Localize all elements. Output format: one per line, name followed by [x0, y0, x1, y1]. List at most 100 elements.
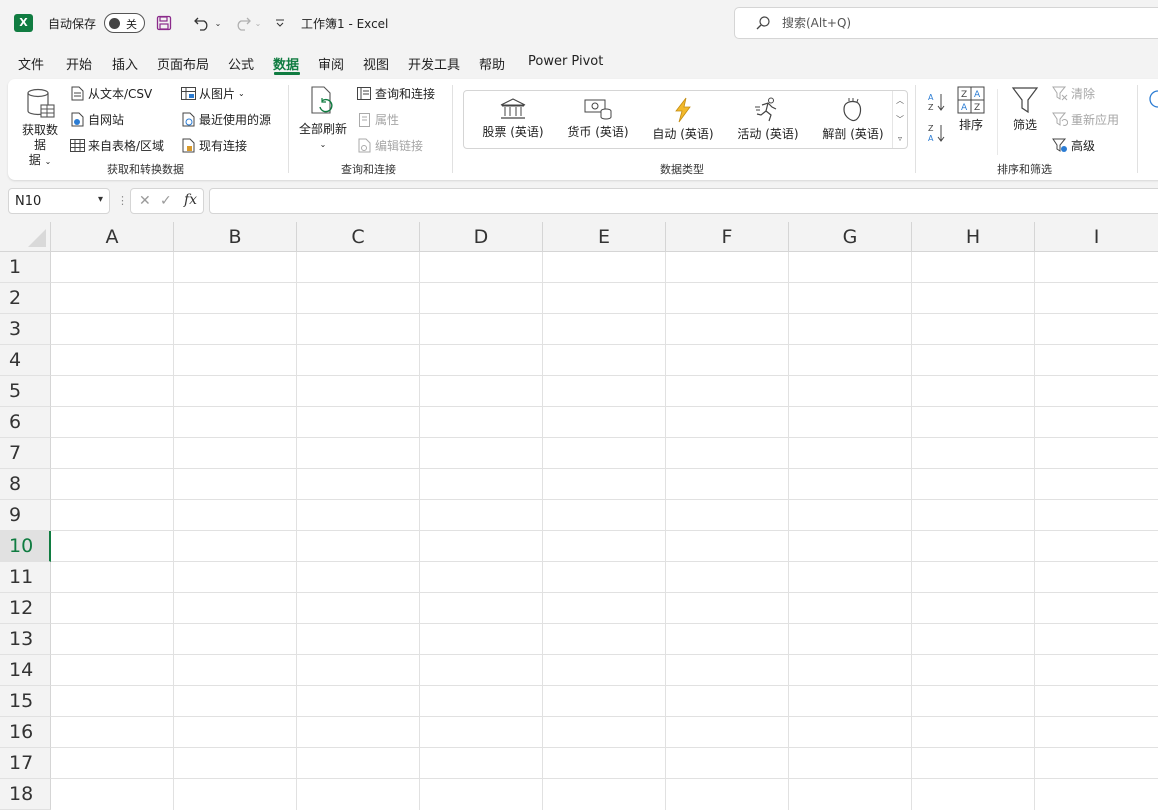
- row-header[interactable]: 9: [0, 500, 51, 531]
- column-header-e[interactable]: E: [543, 222, 666, 252]
- edit-links-icon: [356, 138, 372, 154]
- spreadsheet-grid[interactable]: A B C D E F G H I 1 2 3 4 5 6 7 8 9 10 1…: [0, 222, 1158, 810]
- tab-data[interactable]: 数据: [273, 54, 299, 73]
- tab-formulas[interactable]: 公式: [228, 54, 254, 73]
- data-type-automatic-label: 自动 (英语): [652, 127, 714, 141]
- grid-line: [542, 252, 543, 810]
- row-header[interactable]: 14: [0, 655, 51, 686]
- gallery-scroll-up-icon[interactable]: ︿: [893, 91, 907, 110]
- row-header[interactable]: 13: [0, 624, 51, 655]
- bank-icon: [500, 98, 526, 119]
- column-header-g[interactable]: G: [789, 222, 912, 252]
- filter-button[interactable]: 筛选: [1008, 86, 1042, 133]
- gallery-scroll-down-icon[interactable]: ﹀: [893, 110, 907, 129]
- redo-dropdown-icon[interactable]: ⌄: [252, 13, 264, 33]
- queries-connections-button[interactable]: 查询和连接: [356, 85, 435, 102]
- row-header[interactable]: 1: [0, 252, 51, 283]
- existing-connections-button[interactable]: 现有连接: [180, 137, 247, 154]
- tab-view[interactable]: 视图: [363, 54, 389, 73]
- sort-ascending-button[interactable]: AZ: [927, 91, 947, 113]
- row-header[interactable]: 6: [0, 407, 51, 438]
- ribbon-separator: [452, 85, 453, 173]
- column-header-a[interactable]: A: [51, 222, 174, 252]
- row-header[interactable]: 3: [0, 314, 51, 345]
- search-icon: [755, 15, 771, 34]
- properties-button[interactable]: 属性: [356, 111, 399, 128]
- save-icon[interactable]: [154, 13, 174, 33]
- grid-line: [173, 252, 174, 810]
- confirm-entry-icon[interactable]: ✓: [160, 193, 172, 209]
- row-header[interactable]: 15: [0, 686, 51, 717]
- reapply-button[interactable]: 重新应用: [1052, 111, 1119, 128]
- refresh-all-dropdown-icon: ⌄: [319, 140, 327, 149]
- chevron-down-icon[interactable]: ▾: [98, 194, 103, 205]
- column-header-d[interactable]: D: [420, 222, 543, 252]
- column-header-c[interactable]: C: [297, 222, 420, 252]
- insert-function-icon[interactable]: fx: [184, 192, 197, 208]
- gallery-expand-icon[interactable]: ▿: [893, 129, 907, 148]
- column-header-b[interactable]: B: [174, 222, 297, 252]
- row-header[interactable]: 2: [0, 283, 51, 314]
- row-header[interactable]: 17: [0, 748, 51, 779]
- data-type-stocks[interactable]: 股票 (英语): [472, 95, 554, 145]
- refresh-all-button[interactable]: 全部刷新 ⌄: [297, 85, 349, 152]
- search-box[interactable]: [734, 7, 1158, 39]
- ribbon-separator: [288, 85, 289, 173]
- row-header[interactable]: 8: [0, 469, 51, 500]
- row-header[interactable]: 4: [0, 345, 51, 376]
- advanced-filter-label: 高级: [1071, 139, 1096, 153]
- tab-insert[interactable]: 插入: [112, 54, 138, 73]
- recent-document-icon: [180, 112, 196, 128]
- data-type-automatic[interactable]: 自动 (英语): [642, 95, 724, 145]
- row-header-selected[interactable]: 10: [0, 531, 51, 562]
- tab-power-pivot[interactable]: Power Pivot: [528, 54, 603, 69]
- column-header-i[interactable]: I: [1035, 222, 1158, 252]
- grid-line: [51, 716, 1158, 717]
- column-header-h[interactable]: H: [912, 222, 1035, 252]
- data-type-currencies[interactable]: 货币 (英语): [557, 95, 639, 145]
- tab-help[interactable]: 帮助: [479, 54, 505, 73]
- from-table-button[interactable]: 来自表格/区域: [69, 137, 164, 154]
- cancel-entry-icon[interactable]: ✕: [139, 193, 151, 209]
- customize-qat-icon[interactable]: [272, 13, 288, 33]
- tab-home[interactable]: 开始: [66, 54, 92, 73]
- from-text-csv-button[interactable]: 从文本/CSV: [69, 85, 152, 102]
- tab-page-layout[interactable]: 页面布局: [157, 54, 209, 73]
- name-box[interactable]: N10 ▾: [8, 188, 110, 214]
- svg-text:Z: Z: [928, 124, 934, 133]
- redo-icon[interactable]: [232, 13, 252, 33]
- undo-icon[interactable]: [193, 13, 213, 33]
- recent-sources-button[interactable]: 最近使用的源: [180, 111, 271, 128]
- sort-descending-button[interactable]: ZA: [927, 122, 947, 144]
- column-header-f[interactable]: F: [666, 222, 789, 252]
- data-type-anatomy[interactable]: 解剖 (英语): [812, 95, 894, 145]
- tab-review[interactable]: 审阅: [318, 54, 344, 73]
- from-picture-button[interactable]: 从图片 ⌄: [180, 85, 245, 102]
- sort-button[interactable]: ZAAZ 排序: [954, 86, 988, 133]
- row-header[interactable]: 5: [0, 376, 51, 407]
- row-header[interactable]: 12: [0, 593, 51, 624]
- data-type-activity[interactable]: 活动 (英语): [727, 95, 809, 145]
- from-web-button[interactable]: 自网站: [69, 111, 124, 128]
- formula-bar-grip-icon[interactable]: ⋮: [117, 194, 128, 207]
- tab-file[interactable]: 文件: [18, 54, 44, 73]
- sort-za-icon: ZA: [928, 124, 945, 143]
- chevron-down-icon: ⌄: [238, 89, 245, 98]
- ribbon: 获取数据 据 ⌄ 从文本/CSV 自网站 来自表格/区域 从图片 ⌄ 最近使用的…: [8, 79, 1158, 180]
- row-header[interactable]: 18: [0, 779, 51, 810]
- tab-developer[interactable]: 开发工具: [408, 54, 460, 73]
- row-header[interactable]: 7: [0, 438, 51, 469]
- autosave-toggle[interactable]: 关: [104, 13, 145, 33]
- clear-filter-button[interactable]: 清除: [1052, 85, 1095, 102]
- undo-dropdown-icon[interactable]: ⌄: [212, 13, 224, 33]
- get-data-button[interactable]: 获取数据 据 ⌄: [20, 87, 60, 169]
- row-header[interactable]: 16: [0, 717, 51, 748]
- advanced-filter-button[interactable]: 高级: [1052, 137, 1095, 154]
- edit-links-button[interactable]: 编辑链接: [356, 137, 423, 154]
- autosave-state: 关: [126, 18, 137, 31]
- select-all-button[interactable]: [0, 222, 51, 252]
- document-text-icon: [69, 86, 85, 102]
- search-input[interactable]: [782, 14, 1142, 32]
- formula-input[interactable]: [209, 188, 1158, 214]
- row-header[interactable]: 11: [0, 562, 51, 593]
